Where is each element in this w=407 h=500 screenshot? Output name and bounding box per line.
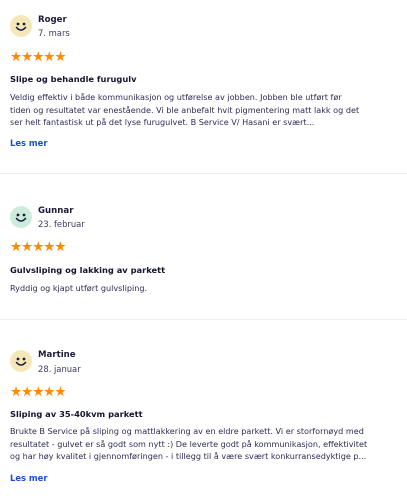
reviewer-name: Gunnar [38,206,74,216]
divider [0,173,407,174]
review-date: 23. februar [38,219,85,229]
review-title: Sliping av 35-40kvm parkett [10,409,143,419]
smiley-avatar-icon [10,350,32,372]
reviewer-name: Martine [38,350,76,360]
review-text: Veldig effektiv i både kommunikasjon og … [10,92,360,128]
review-title: Gulvsliping og lakking av parkett [10,265,166,275]
divider [0,319,407,320]
star-rating: ★★★★★ [10,384,67,400]
review-date: 28. januar [38,364,81,374]
read-more-link[interactable]: Les mer [10,473,47,483]
smiley-avatar-icon [10,206,32,228]
review-title: Slipe og behandle furugulv [10,74,137,84]
reviewer-name: Roger [38,15,67,25]
star-rating: ★★★★★ [10,239,67,255]
review-date: 7. mars [38,28,70,38]
review-text: Ryddig og kjapt utført gulvsliping. [10,283,148,293]
review-text: Brukte B Service på sliping og mattlakke… [10,426,368,462]
read-more-link[interactable]: Les mer [10,138,47,148]
reviews-list: Roger 7. mars ★★★★★ Slipe og behandle fu… [0,0,407,500]
star-rating: ★★★★★ [10,49,67,65]
smiley-avatar-icon [10,15,32,37]
